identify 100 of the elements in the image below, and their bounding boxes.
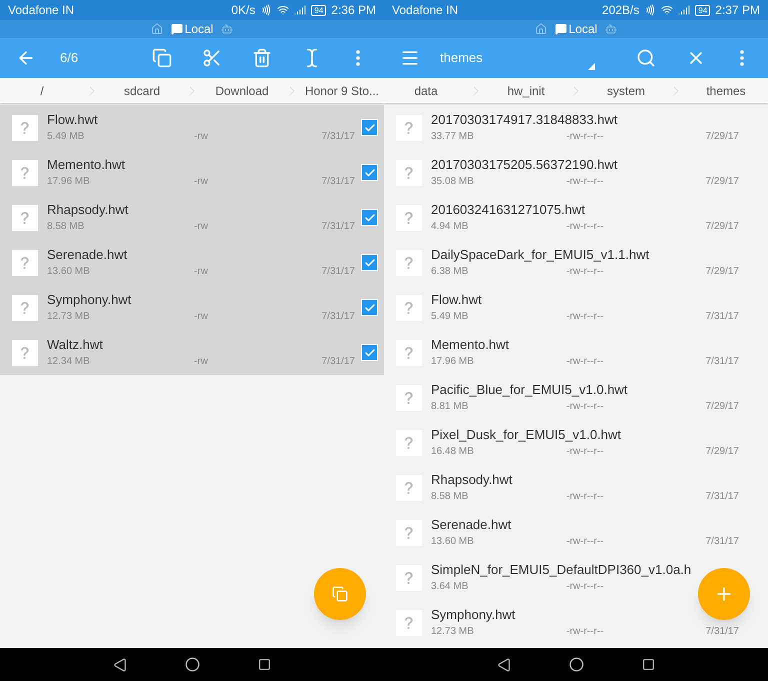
file-icon bbox=[396, 384, 422, 410]
breadcrumb-item[interactable]: themes bbox=[684, 82, 768, 100]
checkbox[interactable] bbox=[361, 209, 378, 226]
home-nav-icon[interactable] bbox=[569, 657, 584, 672]
file-date: 7/31/17 bbox=[320, 130, 355, 144]
file-icon bbox=[396, 250, 422, 276]
robot-icon[interactable] bbox=[221, 23, 234, 35]
file-row[interactable]: Serenade.hwt 13.60 MB -rw 7/31/17 bbox=[0, 240, 384, 285]
file-size: 5.49 MB bbox=[47, 130, 86, 144]
selection-count: 6/6 bbox=[60, 49, 78, 68]
file-date: 7/31/17 bbox=[704, 624, 739, 638]
breadcrumb-item[interactable]: system bbox=[584, 82, 668, 100]
home-icon[interactable] bbox=[150, 23, 163, 35]
file-icon bbox=[396, 520, 422, 546]
network-speed: 202B/s bbox=[602, 2, 640, 19]
file-permissions: -rw-r--r-- bbox=[565, 310, 605, 324]
back-nav-icon[interactable] bbox=[497, 658, 511, 672]
checkbox[interactable] bbox=[361, 299, 378, 316]
file-icon bbox=[12, 294, 38, 320]
file-size: 16.48 MB bbox=[431, 444, 475, 458]
file-permissions: -rw-r--r-- bbox=[565, 534, 605, 548]
file-icon bbox=[396, 160, 422, 186]
file-permissions: -rw-r--r-- bbox=[565, 444, 605, 458]
file-icon bbox=[396, 474, 422, 500]
file-row[interactable]: Flow.hwt 5.49 MB -rw 7/31/17 bbox=[0, 105, 384, 150]
file-permissions: -rw bbox=[193, 130, 209, 144]
file-size: 12.73 MB bbox=[431, 624, 475, 638]
file-name: Serenade.hwt bbox=[47, 246, 128, 264]
recents-nav-icon[interactable] bbox=[642, 658, 655, 671]
more-icon bbox=[740, 50, 744, 66]
file-name: Flow.hwt bbox=[431, 290, 483, 308]
checkbox[interactable] bbox=[361, 164, 378, 181]
paste-fab-button[interactable] bbox=[314, 568, 366, 620]
file-date: 7/31/17 bbox=[704, 490, 739, 504]
checkbox[interactable] bbox=[361, 254, 378, 271]
breadcrumb-item[interactable]: / bbox=[0, 82, 84, 100]
file-row[interactable]: Memento.hwt 17.96 MB -rw 7/31/17 bbox=[0, 150, 384, 195]
carrier-name: Vodafone IN bbox=[392, 2, 458, 19]
file-row[interactable]: Rhapsody.hwt 8.58 MB -rw 7/31/17 bbox=[0, 195, 384, 240]
file-name: Symphony.hwt bbox=[47, 290, 132, 308]
nfc-icon bbox=[260, 4, 272, 16]
file-permissions: -rw-r--r-- bbox=[565, 220, 605, 234]
file-icon bbox=[12, 114, 38, 140]
file-size: 17.96 MB bbox=[47, 174, 91, 188]
recents-nav-icon[interactable] bbox=[258, 658, 271, 671]
checkbox[interactable] bbox=[361, 119, 378, 136]
robot-icon[interactable] bbox=[605, 23, 618, 35]
file-permissions: -rw-r--r-- bbox=[565, 624, 605, 638]
file-date: 7/29/17 bbox=[704, 130, 739, 144]
home-icon[interactable] bbox=[534, 23, 547, 35]
file-name: DailySpaceDark_for_EMUI5_v1.1.hwt bbox=[431, 246, 650, 264]
file-name: Memento.hwt bbox=[47, 156, 126, 174]
checkbox[interactable] bbox=[361, 344, 378, 361]
file-size: 13.60 MB bbox=[47, 264, 91, 278]
file-name: Rhapsody.hwt bbox=[431, 470, 514, 488]
file-permissions: -rw-r--r-- bbox=[565, 130, 605, 144]
file-date: 7/31/17 bbox=[704, 534, 739, 548]
battery-level: 94 bbox=[311, 4, 326, 16]
file-date: 7/29/17 bbox=[704, 264, 739, 278]
file-name: Serenade.hwt bbox=[431, 516, 512, 534]
file-date: 7/31/17 bbox=[320, 354, 355, 368]
file-permissions: -rw-r--r-- bbox=[565, 264, 605, 278]
copy-icon bbox=[152, 48, 172, 68]
clock: 2:37 PM bbox=[715, 2, 760, 19]
file-name: SimpleN_for_EMUI5_DefaultDPI360_v1.0a.h bbox=[431, 560, 692, 578]
file-name: 20170303174917.31848833.hwt bbox=[431, 110, 619, 128]
file-permissions: -rw bbox=[193, 310, 209, 324]
file-size: 35.08 MB bbox=[431, 174, 475, 188]
file-date: 7/29/17 bbox=[704, 400, 739, 414]
file-permissions: -rw-r--r-- bbox=[565, 580, 605, 594]
file-date: 7/31/17 bbox=[320, 174, 355, 188]
check-icon bbox=[364, 346, 376, 358]
scissors-icon bbox=[202, 48, 222, 68]
network-speed: 0K/s bbox=[231, 2, 256, 19]
file-icon bbox=[396, 204, 422, 230]
file-name: 20170303175205.56372190.hwt bbox=[431, 156, 619, 174]
check-icon bbox=[364, 166, 376, 178]
file-icon bbox=[12, 340, 38, 366]
file-date: 7/31/17 bbox=[320, 310, 355, 324]
breadcrumb-item[interactable]: Honor 9 Sto... bbox=[300, 82, 384, 100]
check-icon bbox=[364, 302, 376, 314]
file-size: 12.34 MB bbox=[47, 354, 91, 368]
breadcrumb-item[interactable]: data bbox=[384, 82, 468, 100]
file-permissions: -rw-r--r-- bbox=[565, 354, 605, 368]
file-date: 7/29/17 bbox=[704, 444, 739, 458]
file-row[interactable]: Symphony.hwt 12.73 MB -rw 7/31/17 bbox=[0, 285, 384, 330]
file-icon bbox=[12, 250, 38, 276]
file-size: 3.64 MB bbox=[431, 580, 470, 594]
check-icon bbox=[364, 212, 376, 224]
signal-icon bbox=[294, 4, 306, 16]
breadcrumb-item[interactable]: Download bbox=[200, 82, 284, 100]
breadcrumb-item[interactable]: sdcard bbox=[100, 82, 184, 100]
file-date: 7/31/17 bbox=[704, 354, 739, 368]
file-row[interactable]: Waltz.hwt 12.34 MB -rw 7/31/17 bbox=[0, 330, 384, 375]
file-size: 17.96 MB bbox=[431, 354, 475, 368]
file-date: 7/29/17 bbox=[704, 220, 739, 234]
breadcrumb-item[interactable]: hw_init bbox=[484, 82, 568, 100]
home-nav-icon[interactable] bbox=[185, 657, 200, 672]
back-nav-icon[interactable] bbox=[113, 658, 127, 672]
file-size: 8.58 MB bbox=[47, 220, 86, 234]
